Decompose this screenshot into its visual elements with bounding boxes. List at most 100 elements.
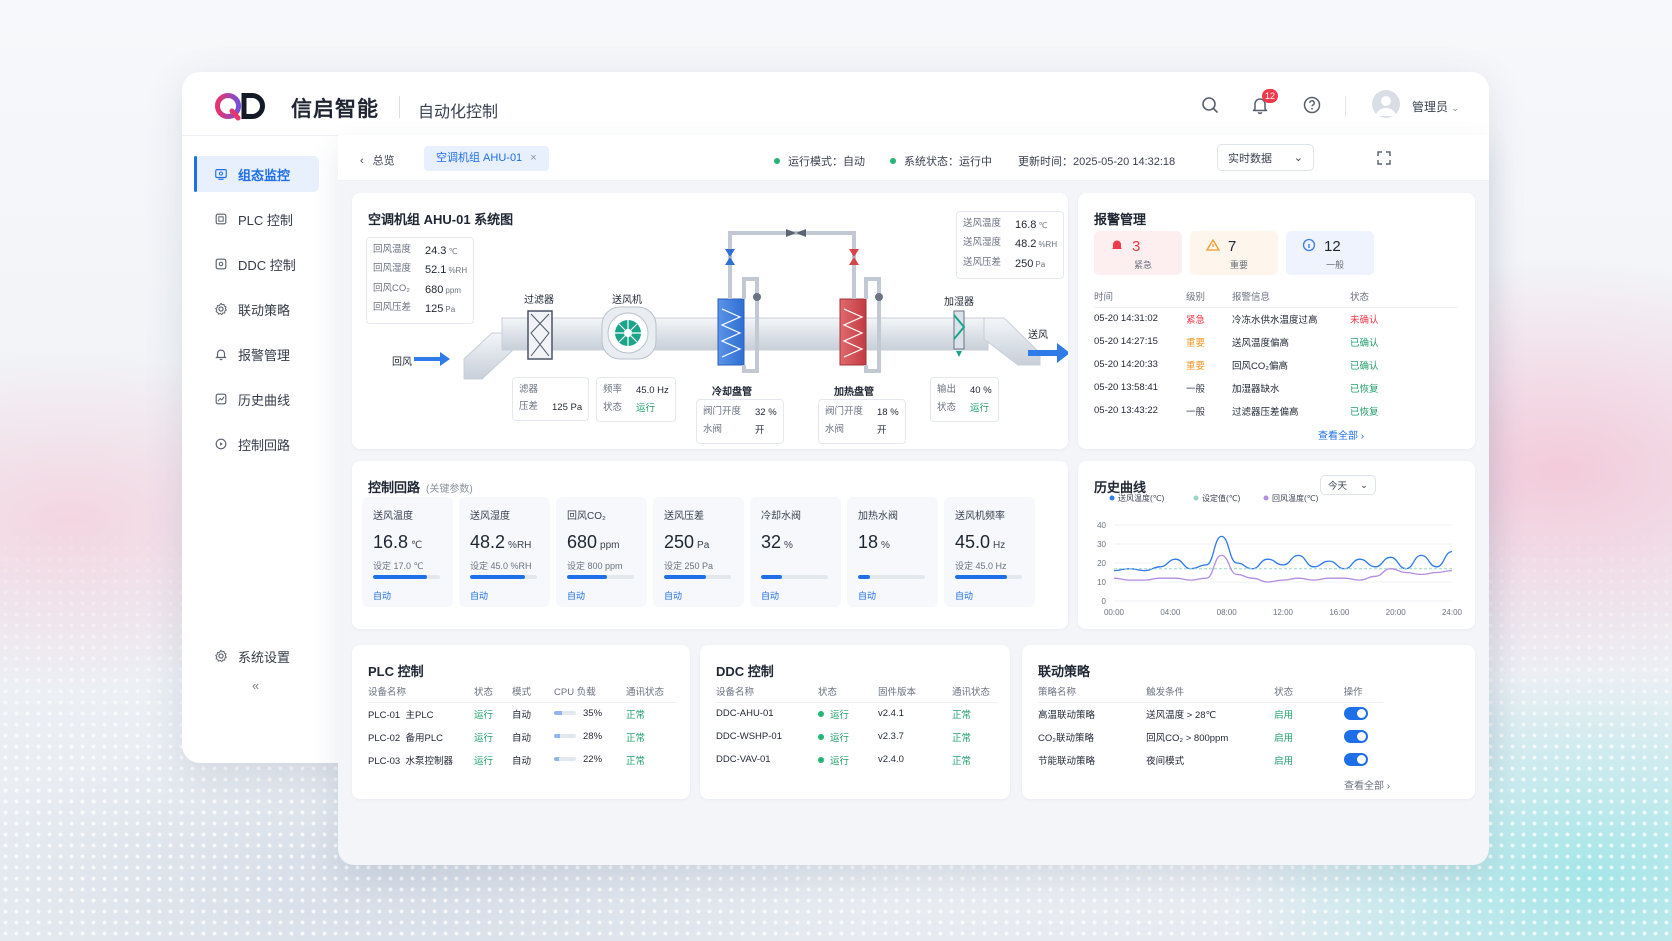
tab-ahu-01[interactable]: 空调机组 AHU-01 × — [424, 146, 549, 171]
param-number: 24.3 — [425, 245, 447, 257]
param-value: 24.3 ℃ — [425, 242, 467, 261]
table-row[interactable]: 05-20 14:27:15 重要 送风温度偏高 已确认 — [1094, 330, 1459, 353]
kpi-value-wrap: 16.8 ℃ — [373, 532, 453, 553]
device-name: DDC-VAV-01 — [716, 754, 771, 765]
strategy-toggle[interactable] — [1343, 730, 1368, 743]
back-link[interactable]: ‹ 总览 — [360, 152, 395, 168]
sidebar-item-label: 联动策略 — [238, 302, 291, 318]
table-row[interactable]: PLC-03 水泵控制器 运行 自动 22% 正常 — [368, 748, 676, 771]
alarm-summary-0[interactable]: 3 紧急 — [1094, 231, 1182, 275]
sidebar-item-6[interactable]: 控制回路 — [194, 426, 319, 462]
param-key: 送风温度 — [963, 218, 1002, 229]
supply-air-label: 送风 — [1028, 330, 1048, 341]
status-dot — [774, 158, 780, 164]
loop-kpi[interactable]: 回风CO₂ 680 ppm 设定 800 ppm 自动 — [556, 497, 647, 607]
table-row[interactable]: DDC-AHU-01 运行 v2.4.1 正常 — [716, 702, 998, 725]
param-value: 125 Pa — [552, 399, 582, 417]
user-name: 管理员 — [1412, 100, 1449, 114]
collapse-sidebar-icon[interactable]: « — [252, 678, 259, 693]
strategy-toggle[interactable] — [1343, 753, 1368, 766]
param-value: 125 Pa — [425, 300, 467, 319]
device-status: 运行 — [818, 748, 878, 771]
kpi-name: 送风机频率 — [955, 511, 1005, 522]
legend-label: 回风温度(℃) — [1272, 493, 1319, 503]
sidebar-item-4[interactable]: 报警管理 — [194, 336, 319, 372]
brand-logo-icon — [215, 93, 265, 121]
data-mode-select[interactable]: 实时数据 ⌄ — [1217, 144, 1314, 171]
kpi-mode: 自动 — [761, 591, 780, 601]
table-row[interactable]: 节能联动策略 夜间模式 启用 — [1038, 748, 1383, 771]
table-header: 策略名称 触发条件 状态 操作 — [1038, 680, 1383, 703]
kpi-value: 16.8 — [373, 532, 409, 552]
chart-icon — [215, 393, 227, 405]
table-row[interactable]: 05-20 13:58:41 一般 加湿器缺水 已恢复 — [1094, 376, 1459, 399]
column-header: 操作 — [1343, 680, 1383, 703]
loop-kpi[interactable]: 送风湿度 48.2 %RH 设定 45.0 %RH 自动 — [459, 497, 550, 607]
x-tick-label: 24:00 — [1442, 608, 1463, 617]
filter-label: 过滤器 — [524, 295, 554, 306]
kpi-name: 冷却水阀 — [761, 511, 801, 522]
loop-kpi[interactable]: 送风压差 250 Pa 设定 250 Pa 自动 — [653, 497, 744, 607]
sidebar-item-2[interactable]: DDC 控制 — [194, 246, 319, 282]
sidebar-item-3[interactable]: 联动策略 — [194, 291, 319, 327]
x-tick-label: 00:00 — [1104, 608, 1125, 617]
bell-icon — [215, 349, 227, 361]
help-icon[interactable] — [1302, 95, 1322, 115]
search-icon[interactable] — [1200, 95, 1220, 115]
alarm-summary-2[interactable]: 12 一般 — [1286, 231, 1374, 275]
avatar[interactable] — [1372, 90, 1400, 118]
sidebar-settings: 系统设置 — [194, 638, 319, 683]
param-unit: Pa — [1035, 259, 1046, 269]
param-key: 状态 — [603, 401, 623, 413]
alarm-message: 冷冻水供水温度过高 — [1232, 314, 1318, 326]
alarm-summary-1[interactable]: 7 重要 — [1190, 231, 1278, 275]
table-row[interactable]: 05-20 13:43:22 一般 过滤器压差偏高 已恢复 — [1094, 399, 1459, 422]
return-air-label: 回风 — [392, 357, 412, 368]
plc-control-card: PLC 控制 设备名称 状态 模式 CPU 负载 通讯状态 PLC-01 主PLC 运行 自动… — [352, 645, 690, 799]
close-icon[interactable]: × — [530, 152, 536, 164]
loop-subtitle: (关键参数) — [426, 484, 473, 495]
kpi-value-wrap: 680 ppm — [567, 532, 647, 553]
sidebar-item-0[interactable]: 组态监控 — [194, 156, 319, 192]
gear-icon — [215, 302, 227, 315]
y-tick-label: 0 — [1102, 597, 1107, 606]
update-time: 更新时间：2025-05-20 14:32:18 — [1018, 156, 1176, 168]
param-number: 680 — [425, 283, 444, 296]
loop-kpi[interactable]: 冷却水阀 32% 自动 — [750, 497, 841, 607]
fan-unit — [601, 306, 657, 360]
sidebar-item-5[interactable]: 历史曲线 — [194, 381, 319, 417]
fullscreen-icon[interactable] — [1376, 150, 1392, 166]
table-row[interactable]: PLC-02 备用PLC 运行 自动 28% 正常 — [368, 725, 676, 748]
view-all-alarms-link[interactable]: 查看全部 › — [1318, 427, 1364, 442]
view-all-strategy-link[interactable]: 查看全部 › — [1344, 777, 1390, 792]
loop-kpi[interactable]: 加热水阀 18% 自动 — [847, 497, 938, 607]
table-row[interactable]: DDC-VAV-01 运行 v2.4.0 正常 — [716, 748, 998, 771]
device-mode: 自动 — [512, 709, 532, 721]
table-row[interactable]: PLC-01 主PLC 运行 自动 35% 正常 — [368, 702, 676, 725]
table-row[interactable]: 高温联动策略 送风温度 > 28℃ 启用 — [1038, 702, 1383, 725]
loop-kpi[interactable]: 送风温度 16.8 ℃ 设定 17.0 ℃ 自动 — [362, 497, 453, 607]
table-row[interactable]: 05-20 14:31:02 紧急 冷冻水供水温度过高 未确认 — [1094, 307, 1459, 330]
param-value: 250 Pa — [1015, 255, 1057, 274]
table-row[interactable]: 05-20 14:20:33 重要 回风CO₂偏高 已确认 — [1094, 353, 1459, 376]
trigger-condition: 回风CO₂ > 800ppm — [1146, 732, 1229, 744]
column-header: 状态 — [818, 680, 878, 703]
user-menu[interactable]: 管理员 ⌄ — [1412, 98, 1459, 115]
device-desc: 水泵控制器 — [405, 755, 454, 767]
legend-label: 设定值(℃) — [1202, 493, 1241, 503]
strategy-status: 启用 — [1274, 709, 1294, 721]
sidebar-item-settings[interactable]: 系统设置 — [194, 638, 319, 674]
alarm-message: 送风温度偏高 — [1232, 337, 1290, 349]
table-row[interactable]: CO₂联动策略 回风CO₂ > 800ppm 启用 — [1038, 725, 1383, 748]
kpi-unit: ℃ — [411, 540, 423, 551]
alarm-table: 时间 级别 报警信息 状态 05-20 14:31:02 紧急 冷冻水供水温度过高 未确认 05… — [1094, 285, 1459, 422]
strategy-toggle[interactable] — [1343, 707, 1368, 721]
table-row[interactable]: DDC-WSHP-01 运行 v2.3.7 正常 — [716, 725, 998, 748]
sidebar-item-1[interactable]: PLC 控制 — [194, 201, 319, 237]
param-unit: ℃ — [1038, 221, 1048, 230]
alarm-level: 重要 — [1230, 260, 1249, 270]
param-value: 52.1 %RH — [425, 261, 467, 280]
loop-kpi[interactable]: 送风机频率 45.0 Hz 设定 45.0 Hz 自动 — [944, 497, 1035, 607]
param-key: 压差 — [519, 400, 539, 412]
kpi-value: 45.0 — [955, 532, 991, 552]
